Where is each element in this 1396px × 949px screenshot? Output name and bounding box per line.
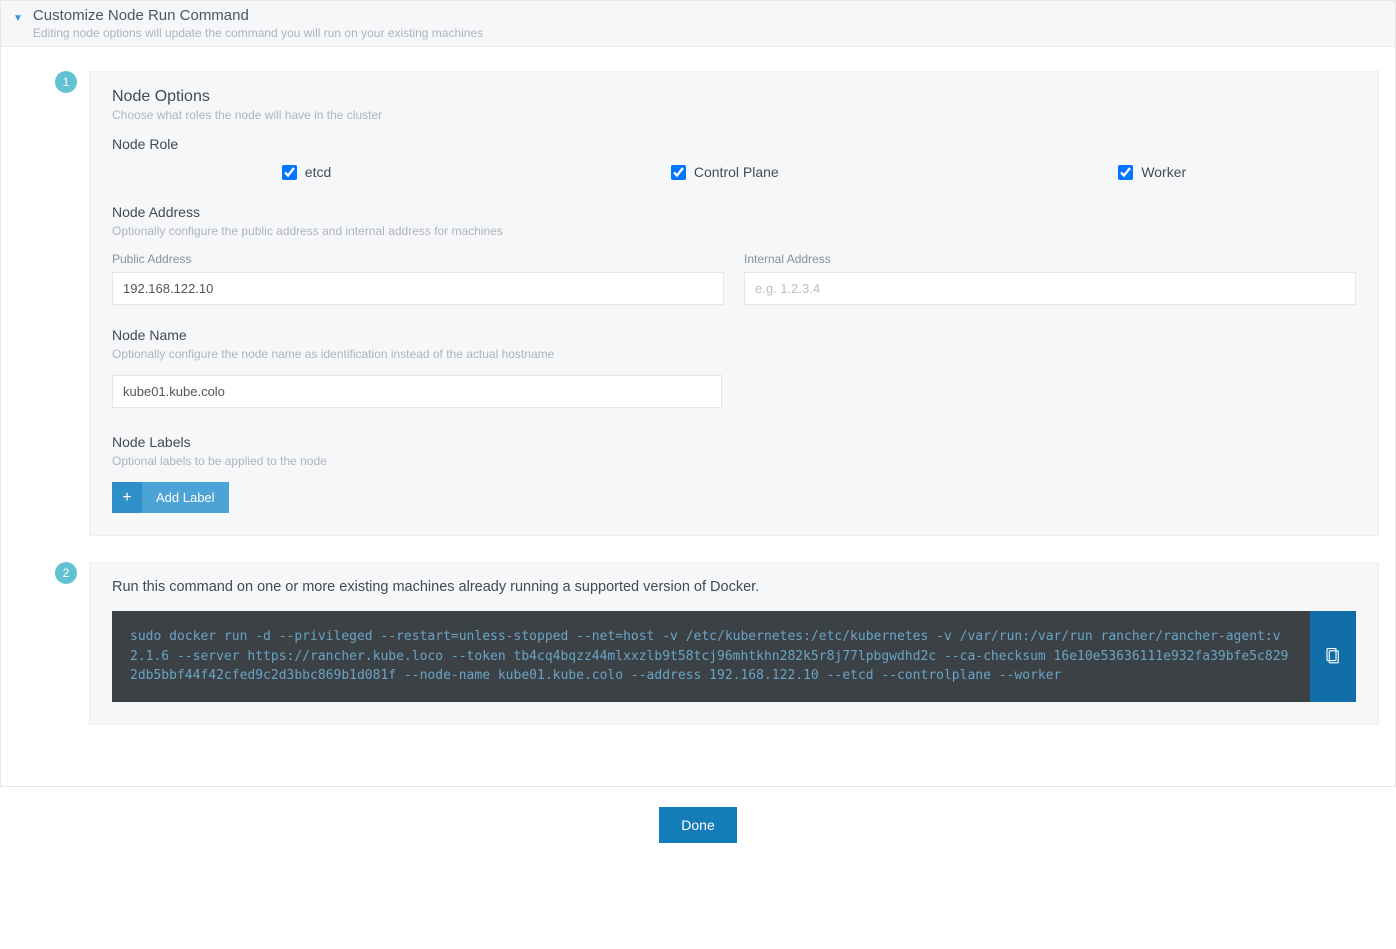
node-options-subtitle: Choose what roles the node will have in … — [112, 108, 1356, 122]
checkbox-worker[interactable] — [1118, 165, 1133, 180]
collapse-chevron-icon[interactable]: ▼ — [13, 13, 23, 24]
clipboard-icon — [1324, 647, 1342, 665]
node-labels-subtitle: Optional labels to be applied to the nod… — [112, 454, 1356, 468]
step-badge-2: 2 — [55, 562, 77, 584]
internal-address-input[interactable] — [744, 272, 1356, 305]
node-role-row: etcd Control Plane Worker — [112, 156, 1356, 204]
page-header: ▼ Customize Node Run Command Editing nod… — [0, 0, 1396, 47]
header-subtitle: Editing node options will update the com… — [33, 26, 483, 40]
node-address-title: Node Address — [112, 204, 1356, 220]
public-address-label: Public Address — [112, 252, 724, 266]
node-name-input[interactable] — [112, 375, 722, 408]
internal-address-label: Internal Address — [744, 252, 1356, 266]
done-button[interactable]: Done — [659, 807, 736, 843]
checkbox-etcd[interactable] — [282, 165, 297, 180]
add-label-button[interactable]: + Add Label — [112, 482, 229, 513]
checkbox-control-plane[interactable] — [671, 165, 686, 180]
node-name-title: Node Name — [112, 327, 1356, 343]
copy-button[interactable] — [1310, 611, 1356, 702]
label-worker[interactable]: Worker — [1141, 164, 1186, 180]
node-labels-title: Node Labels — [112, 434, 1356, 450]
command-code[interactable]: sudo docker run -d --privileged --restar… — [112, 611, 1310, 702]
header-title: Customize Node Run Command — [33, 7, 483, 24]
label-etcd[interactable]: etcd — [305, 164, 331, 180]
footer-row: Done — [0, 787, 1396, 869]
node-name-subtitle: Optionally configure the node name as id… — [112, 347, 1356, 361]
label-control-plane[interactable]: Control Plane — [694, 164, 779, 180]
step-2: 2 Run this command on one or more existi… — [89, 562, 1379, 725]
plus-icon: + — [112, 482, 142, 513]
run-instruction: Run this command on one or more existing… — [112, 579, 1356, 595]
step-badge-1: 1 — [55, 71, 77, 93]
step-1: 1 Node Options Choose what roles the nod… — [89, 71, 1379, 536]
node-options-title: Node Options — [112, 88, 1356, 106]
add-label-text: Add Label — [142, 482, 229, 513]
main-panel: 1 Node Options Choose what roles the nod… — [0, 47, 1396, 787]
node-address-subtitle: Optionally configure the public address … — [112, 224, 1356, 238]
node-role-label: Node Role — [112, 136, 1356, 152]
public-address-input[interactable] — [112, 272, 724, 305]
